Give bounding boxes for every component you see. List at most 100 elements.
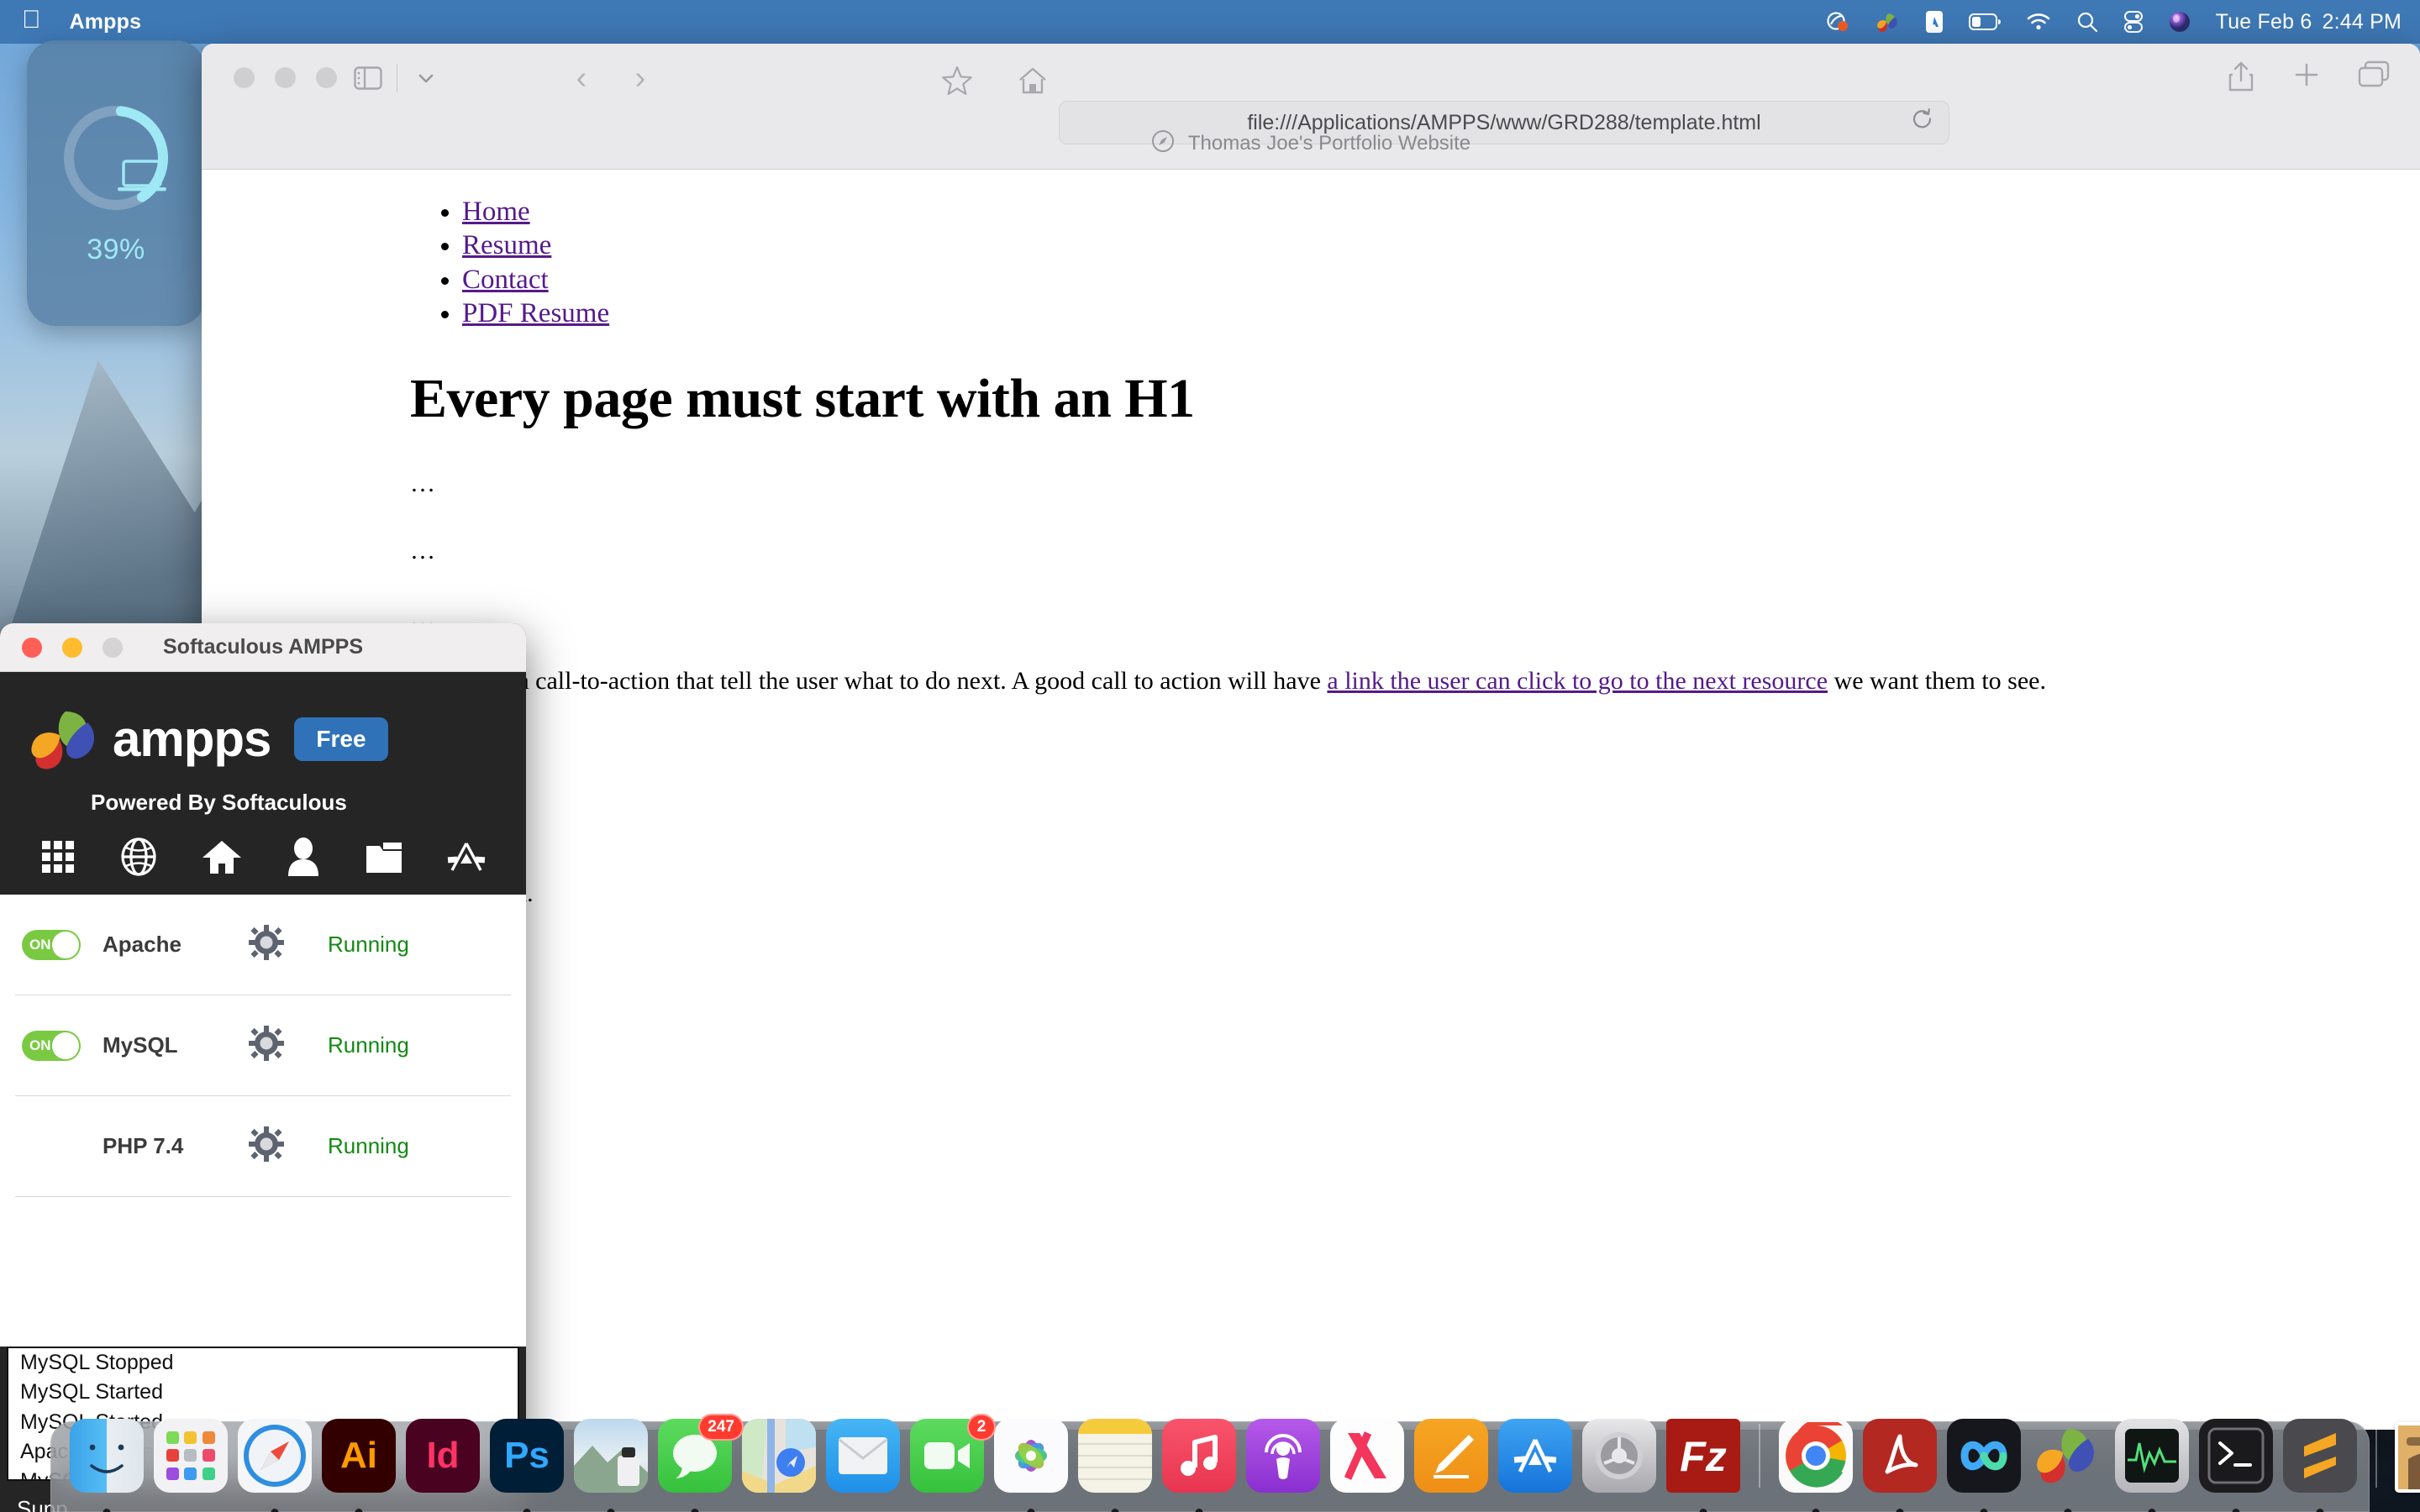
minimize-button[interactable] bbox=[62, 637, 82, 658]
dock-item-webex[interactable] bbox=[1942, 1419, 2026, 1512]
dock-item-facetime[interactable]: 2 bbox=[905, 1414, 996, 1506]
photoshop-icon[interactable]: Ps bbox=[490, 1419, 564, 1493]
apple-logo-icon[interactable]:  bbox=[22, 8, 41, 33]
sidebar-icon[interactable] bbox=[345, 60, 392, 96]
photos-icon[interactable] bbox=[994, 1419, 1068, 1493]
dock-item-notes[interactable] bbox=[1073, 1419, 1157, 1512]
grid-apps-icon[interactable] bbox=[40, 839, 76, 874]
siri-icon[interactable] bbox=[2169, 11, 2191, 33]
app-store-icon[interactable] bbox=[447, 838, 486, 875]
launchpad-icon[interactable] bbox=[154, 1419, 228, 1493]
webex-icon[interactable] bbox=[1947, 1419, 2021, 1493]
dock-item-filezilla[interactable]: Fz bbox=[1661, 1419, 1745, 1512]
preview-icon[interactable] bbox=[574, 1419, 648, 1493]
dock-item-safari[interactable] bbox=[233, 1419, 317, 1512]
zoom-button[interactable] bbox=[103, 637, 123, 658]
dock-item-sublime-text[interactable] bbox=[2278, 1419, 2362, 1512]
dock-item-podcasts[interactable] bbox=[1241, 1419, 1325, 1506]
back-button[interactable]: ‹ bbox=[563, 60, 600, 96]
spotlight-search-icon[interactable] bbox=[2076, 11, 2098, 33]
chevron-down-icon[interactable] bbox=[402, 60, 450, 96]
illustrator-icon[interactable]: Ai bbox=[322, 1419, 396, 1493]
dock-item-messages[interactable]: 247 bbox=[653, 1414, 744, 1512]
dock-item-textedit[interactable] bbox=[1409, 1419, 1493, 1506]
window-traffic-lights[interactable] bbox=[22, 637, 526, 658]
close-button[interactable] bbox=[22, 637, 42, 658]
music-icon[interactable] bbox=[1162, 1419, 1236, 1493]
acrobat-icon[interactable] bbox=[1863, 1419, 1937, 1493]
dock-minimized-artwork[interactable] bbox=[2391, 1422, 2420, 1506]
close-button[interactable] bbox=[234, 67, 255, 88]
safari-icon[interactable] bbox=[238, 1419, 312, 1493]
forward-button[interactable]: › bbox=[622, 60, 659, 96]
share-icon[interactable] bbox=[2227, 60, 2255, 97]
nav-link-home[interactable]: Home bbox=[462, 197, 530, 227]
nav-link-pdf-resume[interactable]: PDF Resume bbox=[462, 298, 609, 328]
adobe-creative-cloud-icon[interactable] bbox=[1925, 10, 1944, 34]
news-icon[interactable] bbox=[1330, 1419, 1404, 1493]
textedit-icon[interactable] bbox=[1414, 1419, 1488, 1493]
zoom-button[interactable] bbox=[316, 67, 337, 88]
dock-item-illustrator[interactable]: Ai bbox=[317, 1419, 401, 1512]
active-app-name[interactable]: Ampps bbox=[70, 10, 142, 34]
gear-icon[interactable] bbox=[249, 1126, 284, 1166]
free-badge[interactable]: Free bbox=[294, 717, 388, 761]
star-icon[interactable] bbox=[941, 66, 973, 100]
gear-icon[interactable] bbox=[249, 1026, 284, 1065]
carbon-copy-cloner-icon[interactable] bbox=[1826, 11, 1851, 33]
maps-icon[interactable] bbox=[742, 1419, 816, 1493]
dock-item-app-store[interactable] bbox=[1493, 1419, 1577, 1506]
dock-item-system-preferences[interactable] bbox=[1577, 1419, 1661, 1506]
dock-item-indesign[interactable]: Id bbox=[401, 1419, 485, 1506]
menubar-clock[interactable]: Tue Feb 6 2:44 PM bbox=[2216, 10, 2402, 34]
tab-overview-icon[interactable] bbox=[2358, 60, 2390, 97]
ampps-menu-icon[interactable] bbox=[1876, 10, 1900, 34]
dock-item-preview[interactable] bbox=[569, 1419, 653, 1512]
indesign-icon[interactable]: Id bbox=[406, 1419, 480, 1493]
chrome-icon[interactable] bbox=[1779, 1419, 1853, 1493]
notes-icon[interactable] bbox=[1078, 1419, 1152, 1493]
nav-link-contact[interactable]: Contact bbox=[462, 265, 549, 295]
dock-item-music[interactable] bbox=[1157, 1419, 1241, 1512]
home-icon[interactable] bbox=[1017, 66, 1049, 100]
gear-icon[interactable] bbox=[249, 925, 284, 964]
dock-item-terminal[interactable] bbox=[2194, 1419, 2278, 1512]
dock-item-photoshop[interactable]: Ps bbox=[485, 1419, 569, 1512]
finder-icon[interactable] bbox=[70, 1419, 144, 1493]
dock-item-activity-monitor[interactable] bbox=[2110, 1419, 2194, 1512]
dock-item-launchpad[interactable] bbox=[149, 1419, 233, 1506]
dock-item-acrobat[interactable] bbox=[1858, 1419, 1942, 1512]
cta-link[interactable]: a link the user can click to go to the n… bbox=[1327, 667, 1828, 695]
dock-item-chrome[interactable] bbox=[1774, 1419, 1858, 1512]
terminal-icon[interactable] bbox=[2199, 1419, 2273, 1493]
globe-icon[interactable] bbox=[119, 837, 158, 876]
wifi-icon[interactable] bbox=[2026, 13, 2051, 31]
apache-toggle[interactable]: ON bbox=[22, 929, 81, 960]
dock-item-mail[interactable] bbox=[821, 1419, 905, 1506]
battery-icon[interactable] bbox=[1968, 13, 2001, 30]
mysql-toggle[interactable]: ON bbox=[22, 1030, 81, 1061]
dock-item-ampps[interactable] bbox=[2026, 1419, 2110, 1512]
sublime-text-icon[interactable] bbox=[2283, 1419, 2357, 1493]
filezilla-icon[interactable]: Fz bbox=[1666, 1419, 1740, 1493]
dock-item-photos[interactable] bbox=[989, 1419, 1073, 1512]
dock-item-finder[interactable] bbox=[65, 1419, 149, 1512]
minimize-button[interactable] bbox=[275, 67, 296, 88]
window-traffic-lights[interactable] bbox=[234, 67, 337, 88]
activity-monitor-icon[interactable] bbox=[2115, 1419, 2189, 1493]
podcasts-icon[interactable] bbox=[1246, 1419, 1320, 1493]
folder-icon[interactable] bbox=[365, 839, 403, 874]
ampps-icon[interactable] bbox=[2031, 1419, 2105, 1493]
mail-icon[interactable] bbox=[826, 1419, 900, 1493]
dock-item-news[interactable] bbox=[1325, 1419, 1409, 1506]
home-icon[interactable] bbox=[202, 838, 242, 875]
control-center-icon[interactable] bbox=[2123, 11, 2144, 33]
user-icon[interactable] bbox=[286, 837, 321, 876]
ampps-title-bar[interactable]: Softaculous AMPPS bbox=[0, 623, 526, 672]
dock-item-maps[interactable] bbox=[737, 1419, 821, 1506]
nav-link-resume[interactable]: Resume bbox=[462, 230, 551, 260]
system-preferences-icon[interactable] bbox=[1582, 1419, 1656, 1493]
new-tab-icon[interactable] bbox=[2292, 60, 2321, 97]
app-store-icon[interactable] bbox=[1498, 1419, 1572, 1493]
minimized-artwork-thumbnail[interactable] bbox=[2395, 1422, 2420, 1493]
